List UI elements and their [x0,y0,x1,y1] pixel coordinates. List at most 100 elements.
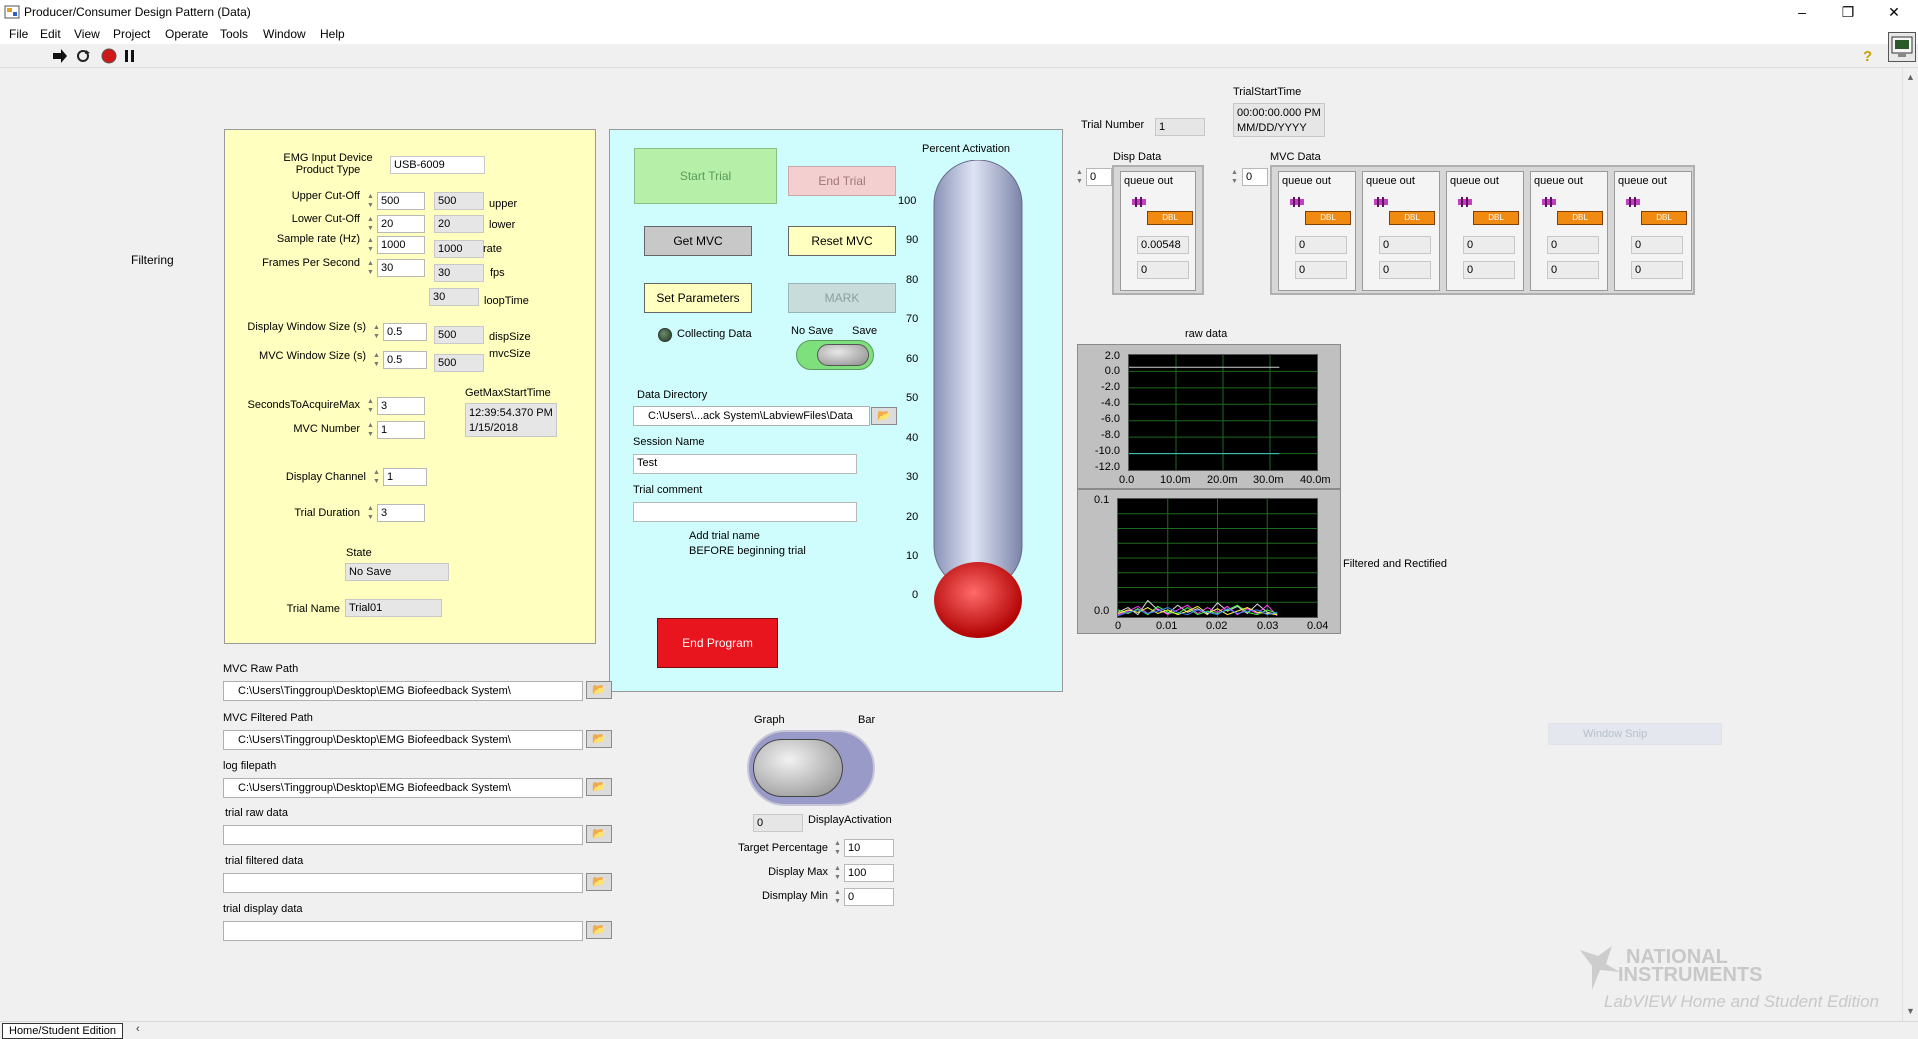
seconds-acquire-spin-icon[interactable]: ▲ ▼ [366,397,375,415]
mvc-filtered-path-field[interactable]: C:\Users\Tinggroup\Desktop\EMG Biofeedba… [223,730,583,750]
mvc-value-1: 0 [1295,236,1347,254]
pause-icon[interactable] [124,49,136,66]
watermark-line2: INSTRUMENTS [1618,964,1763,986]
mvc-raw-browse-icon[interactable]: 📂 [586,681,612,699]
display-window-spin-icon[interactable]: ▲ ▼ [372,323,381,341]
sample-rate-input[interactable]: 1000 [377,236,425,254]
vertical-scrollbar[interactable]: ▲ ▼ [1902,68,1918,1023]
thermo-tick: 0 [912,589,919,601]
end-program-button[interactable]: End Program [657,618,778,668]
mvc-data-index-spin-icon[interactable]: ▲ ▼ [1230,168,1239,186]
display-min-input[interactable]: 0 [844,888,894,906]
menu-operate[interactable]: Operate [165,27,208,41]
display-channel-input[interactable]: 1 [383,468,427,486]
target-percentage-spin-icon[interactable]: ▲ ▼ [833,839,842,857]
mvc-data-index[interactable]: 0 [1242,168,1268,186]
dbl-text: DBL [1162,213,1178,222]
data-directory-browse-icon[interactable]: 📂 [871,407,897,425]
menu-edit[interactable]: Edit [40,27,61,41]
mvc-filtered-browse-icon[interactable]: 📂 [586,730,612,748]
fps-spin-icon[interactable]: ▲ ▼ [366,259,375,277]
window-title: Producer/Consumer Design Pattern (Data) [24,5,251,19]
upper-cutoff-label: Upper Cut-Off [291,190,360,202]
watermark-line3: LabVIEW Home and Student Edition [1604,992,1879,1011]
menu-window[interactable]: Window [263,27,306,41]
graph-bar-switch[interactable] [747,730,875,806]
mvc-window-spin-icon[interactable]: ▲ ▼ [372,351,381,369]
trial-filtered-data-field[interactable] [223,873,583,893]
emg-device-field[interactable]: USB-6009 [390,156,485,174]
dbl-text: DBL [1572,213,1588,222]
mvc-window-input[interactable]: 0.5 [383,351,427,369]
trial-raw-data-field[interactable] [223,825,583,845]
session-name-input[interactable]: Test [633,454,857,474]
close-button[interactable]: ✕ [1874,2,1914,22]
trial-comment-input[interactable] [633,502,857,522]
help-icon[interactable]: ? [1863,48,1872,65]
mvc-value-2: 0 [1295,261,1347,279]
minimize-button[interactable]: – [1782,2,1822,22]
start-trial-button[interactable]: Start Trial [634,148,777,204]
trial-raw-browse-icon[interactable]: 📂 [586,825,612,843]
restore-button[interactable]: ❐ [1828,2,1868,22]
scroll-up-icon[interactable]: ▲ [1906,72,1915,82]
disp-value-1: 0.00548 [1137,236,1189,254]
set-parameters-button[interactable]: Set Parameters [644,283,752,313]
trial-display-browse-icon[interactable]: 📂 [586,921,612,939]
mvc-raw-path-field[interactable]: C:\Users\Tinggroup\Desktop\EMG Biofeedba… [223,681,583,701]
scroll-down-icon[interactable]: ▼ [1906,1006,1915,1016]
data-directory-field[interactable]: C:\Users\...ack System\LabviewFiles\Data [633,406,870,426]
display-max-spin-icon[interactable]: ▲ ▼ [833,864,842,882]
sample-rate-spin-icon[interactable]: ▲ ▼ [366,236,375,254]
thermo-tick: 70 [906,313,919,325]
getmax-time: 12:39:54.370 PM [469,407,553,419]
vi-icon [1888,32,1916,62]
fps-input[interactable]: 30 [377,259,425,277]
filtered-xtick: 0.04 [1307,620,1329,632]
menu-help[interactable]: Help [320,27,345,41]
menu-tools[interactable]: Tools [220,27,248,41]
menu-project[interactable]: Project [113,27,150,41]
mvc-value-2: 0 [1547,261,1599,279]
get-mvc-button[interactable]: Get MVC [644,226,752,256]
display-channel-label: Display Channel [285,471,366,483]
reset-mvc-button[interactable]: Reset MVC [788,226,896,256]
trial-display-data-field[interactable] [223,921,583,941]
save-toggle[interactable] [796,340,874,370]
disp-data-index-spin-icon[interactable]: ▲ ▼ [1075,168,1084,186]
trial-duration-label: Trial Duration [294,507,360,519]
run-continuously-icon[interactable] [75,49,91,66]
upper-cutoff-input[interactable]: 500 [377,192,425,210]
mark-button[interactable]: MARK [788,283,896,313]
log-filepath-field[interactable]: C:\Users\Tinggroup\Desktop\EMG Biofeedba… [223,778,583,798]
menu-view[interactable]: View [74,27,100,41]
end-trial-button[interactable]: End Trial [788,166,896,196]
run-arrow-icon[interactable] [52,49,68,66]
display-window-input[interactable]: 0.5 [383,323,427,341]
target-percentage-input[interactable]: 10 [844,839,894,857]
upper-indicator: 500 [434,192,484,210]
upper-cutoff-spin-icon[interactable]: ▲ ▼ [366,192,375,210]
seconds-acquire-input[interactable]: 3 [377,397,425,415]
log-filepath-label: log filepath [223,760,277,772]
mvc-number-input[interactable]: 1 [377,421,425,439]
trial-duration-spin-icon[interactable]: ▲ ▼ [366,504,375,522]
abort-icon[interactable] [101,48,117,67]
mvc-number-spin-icon[interactable]: ▲ ▼ [366,421,375,439]
trial-duration-input[interactable]: 3 [377,504,425,522]
edition-label: Home/Student Edition [2,1023,124,1039]
app-icon [4,4,20,20]
display-min-spin-icon[interactable]: ▲ ▼ [833,888,842,906]
mvc-queue-label: queue out [1534,175,1583,187]
menu-file[interactable]: File [9,27,28,41]
display-channel-spin-icon[interactable]: ▲ ▼ [372,468,381,486]
lower-cutoff-input[interactable]: 20 [377,215,425,233]
disp-data-index[interactable]: 0 [1086,168,1112,186]
lower-cutoff-spin-icon[interactable]: ▲ ▼ [366,215,375,233]
scroll-left-icon[interactable]: ‹ [136,1023,140,1035]
log-filepath-browse-icon[interactable]: 📂 [586,778,612,796]
thermo-tick: 40 [906,432,919,444]
window-snip-ghost: Window Snip [1548,723,1722,745]
trial-filtered-browse-icon[interactable]: 📂 [586,873,612,891]
display-max-input[interactable]: 100 [844,864,894,882]
